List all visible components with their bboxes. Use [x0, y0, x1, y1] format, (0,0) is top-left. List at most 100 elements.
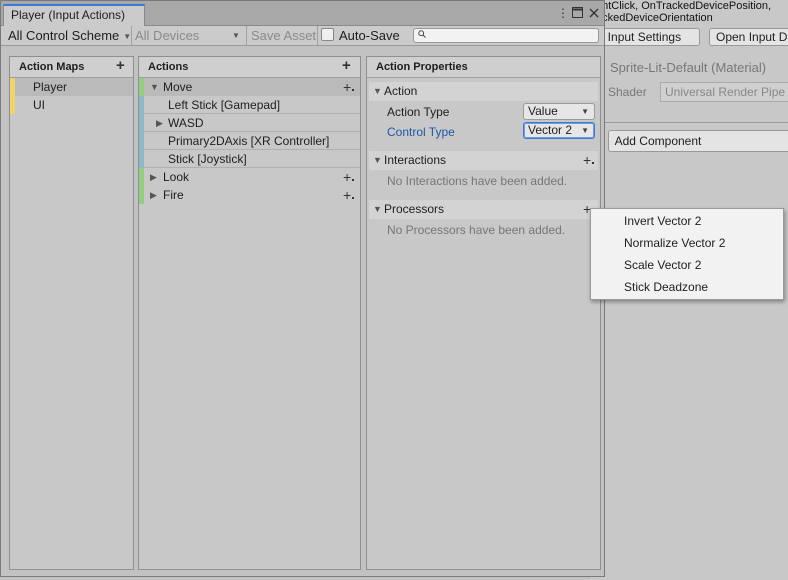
triangle-down-icon[interactable]: ▼: [373, 200, 382, 219]
action-label: Fire: [163, 188, 184, 202]
action-type-dropdown[interactable]: Value ▼: [523, 103, 595, 120]
processors-section-header[interactable]: ▼ Processors +: [369, 200, 598, 219]
action-properties-panel: Action Properties ▼ Action Action Type V…: [366, 56, 601, 570]
add-binding-icon[interactable]: +: [343, 80, 351, 94]
action-color-bar: [139, 168, 144, 186]
info-line: ackedDeviceOrientation: [596, 12, 713, 24]
toolbar-separator: [131, 26, 132, 45]
dropdown-value: Vector 2: [528, 123, 573, 137]
processors-empty-message: No Processors have been added.: [387, 223, 566, 237]
action-section-header[interactable]: ▼ Action: [369, 82, 598, 101]
shader-label: Shader: [608, 85, 647, 99]
action-color-bar: [139, 186, 144, 204]
action-maps-header: Action Maps +: [10, 57, 133, 78]
triangle-down-icon[interactable]: ▼: [373, 151, 382, 170]
info-line: ghtClick, OnTrackedDevicePosition,: [596, 0, 772, 12]
binding-label: Left Stick [Gamepad]: [168, 98, 281, 112]
close-icon[interactable]: [589, 7, 599, 21]
dropdown-dot: [592, 162, 594, 164]
menu-item-stick-deadzone[interactable]: Stick Deadzone: [591, 276, 783, 298]
interactions-empty-message: No Interactions have been added.: [387, 174, 568, 188]
chevron-down-icon: ▼: [581, 126, 589, 135]
actions-panel: Actions + ▼ Move + Left Stick [Gamepad] …: [138, 56, 361, 570]
menu-item-scale-vector-2[interactable]: Scale Vector 2: [591, 254, 783, 276]
action-type-label: Action Type: [387, 105, 450, 119]
action-color-bar: [139, 78, 144, 96]
action-label: Move: [163, 80, 193, 94]
control-type-label: Control Type: [387, 125, 455, 139]
toolbar-separator: [246, 26, 247, 45]
action-map-label: Player: [33, 80, 68, 94]
control-scheme-dropdown[interactable]: All Control Scheme ▼: [8, 26, 131, 45]
action-map-item-player[interactable]: Player: [10, 78, 133, 96]
binding-color-bar: [139, 150, 144, 168]
panel-title: Action Properties: [376, 61, 468, 73]
window-titlebar: Player (Input Actions) ⋮: [1, 1, 604, 26]
binding-item[interactable]: Left Stick [Gamepad]: [139, 96, 360, 114]
add-interaction-icon[interactable]: +: [583, 153, 591, 167]
dropdown-dot: [352, 179, 354, 181]
action-label: Look: [163, 170, 190, 184]
auto-save-checkbox[interactable]: [321, 28, 334, 41]
action-item-move[interactable]: ▼ Move +: [139, 78, 360, 96]
add-binding-icon[interactable]: +: [343, 170, 351, 184]
maximize-icon[interactable]: [572, 7, 583, 21]
window-tab[interactable]: Player (Input Actions): [3, 4, 145, 26]
chevron-down-icon: ▼: [581, 107, 589, 116]
menu-item-normalize-vector-2[interactable]: Normalize Vector 2: [591, 232, 783, 254]
toolbar-separator: [317, 26, 318, 45]
composite-item[interactable]: ▶ WASD: [139, 114, 360, 132]
input-info-text: ghtClick, OnTrackedDevicePosition, acked…: [596, 0, 771, 24]
menu-item-invert-vector-2[interactable]: Invert Vector 2: [591, 210, 783, 232]
binding-color-bar: [139, 132, 144, 150]
section-title: Action: [384, 84, 418, 98]
panel-title: Actions: [148, 61, 189, 73]
more-vertical-icon[interactable]: ⋮: [557, 6, 569, 20]
chevron-down-icon: ▼: [232, 31, 240, 40]
action-item-look[interactable]: ▶ Look +: [139, 168, 360, 186]
triangle-right-icon[interactable]: ▶: [156, 114, 163, 132]
triangle-down-icon[interactable]: ▼: [150, 78, 159, 96]
chevron-down-icon: ▼: [123, 32, 132, 41]
devices-label: All Devices: [135, 28, 200, 43]
save-asset-button[interactable]: Save Asset: [251, 26, 316, 45]
binding-label: Primary2DAxis [XR Controller]: [168, 134, 330, 148]
devices-dropdown[interactable]: All Devices ▼: [135, 26, 241, 45]
shader-dropdown[interactable]: Universal Render Pipe: [660, 82, 788, 102]
dropdown-value: Value: [528, 104, 558, 118]
divider: [590, 122, 788, 123]
add-binding-icon[interactable]: +: [343, 188, 351, 202]
section-title: Processors: [384, 202, 445, 216]
open-input-debugger-button[interactable]: Open Input D: [709, 28, 788, 46]
map-color-bar: [10, 78, 15, 96]
add-action-icon[interactable]: +: [342, 58, 351, 73]
control-type-dropdown[interactable]: Vector 2 ▼: [523, 122, 595, 139]
triangle-right-icon[interactable]: ▶: [150, 168, 157, 186]
binding-item[interactable]: Stick [Joystick]: [139, 150, 360, 168]
action-item-fire[interactable]: ▶ Fire +: [139, 186, 360, 204]
add-action-map-icon[interactable]: +: [116, 58, 125, 73]
binding-item[interactable]: Primary2DAxis [XR Controller]: [139, 132, 360, 150]
search-input[interactable]: [413, 28, 599, 43]
dropdown-dot: [352, 197, 354, 199]
triangle-right-icon[interactable]: ▶: [150, 186, 157, 204]
map-color-bar: [10, 96, 15, 114]
add-processor-menu: Invert Vector 2 Normalize Vector 2 Scale…: [590, 208, 784, 300]
action-map-label: UI: [33, 98, 45, 112]
search-icon: [418, 29, 426, 42]
control-scheme-label: All Control Scheme: [8, 28, 120, 43]
section-title: Interactions: [384, 153, 447, 167]
dropdown-dot: [352, 89, 354, 91]
action-properties-header: Action Properties: [367, 57, 600, 78]
action-map-item-ui[interactable]: UI: [10, 96, 133, 114]
toolbar: All Control Scheme ▼ All Devices ▼ Save As…: [1, 26, 604, 46]
add-component-button[interactable]: Add Component: [608, 130, 788, 152]
actions-header: Actions +: [139, 57, 360, 78]
material-name: Sprite-Lit-Default (Material): [610, 60, 767, 75]
interactions-section-header[interactable]: ▼ Interactions +: [369, 151, 598, 170]
auto-save-label: Auto-Save: [339, 28, 400, 43]
binding-label: Stick [Joystick]: [168, 152, 247, 166]
triangle-down-icon[interactable]: ▼: [373, 82, 382, 101]
binding-color-bar: [139, 114, 144, 132]
input-actions-window: Player (Input Actions) ⋮ All Control Sch…: [0, 0, 605, 577]
